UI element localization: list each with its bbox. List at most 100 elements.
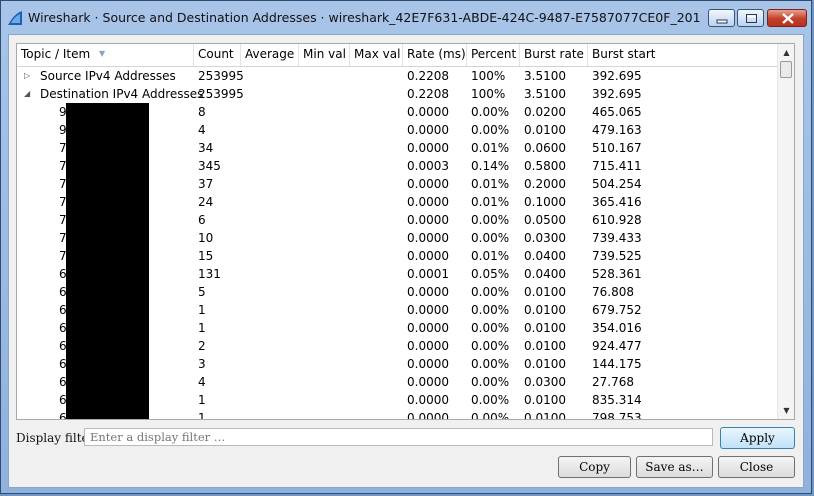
column-header-percent[interactable]: Percent: [467, 44, 520, 66]
cell-count: 24: [198, 195, 214, 209]
cell-burst-rate: 0.0300: [524, 231, 566, 245]
cell-burst-start: 679.752: [592, 303, 642, 317]
column-header-min-val[interactable]: Min val: [299, 44, 350, 66]
table-row[interactable]: 7 6 0.0000 0.00% 0.0500 610.928: [17, 211, 777, 229]
cell-percent: 0.00%: [471, 393, 510, 407]
cell-rate: 0.0003: [407, 159, 449, 173]
cell-percent: 0.01%: [471, 195, 510, 209]
redaction-block: [66, 193, 149, 211]
cell-rate: 0.0000: [407, 249, 449, 263]
close-icon: [782, 13, 794, 24]
cell-rate: 0.2208: [407, 87, 449, 101]
table-row[interactable]: 7 15 0.0000 0.01% 0.0400 739.525: [17, 247, 777, 265]
apply-button[interactable]: Apply: [720, 427, 795, 449]
cell-burst-rate: 0.0600: [524, 141, 566, 155]
cell-rate: 0.0000: [407, 285, 449, 299]
redaction-block: [66, 319, 149, 337]
cell-burst-start: 510.167: [592, 141, 642, 155]
table-row[interactable]: 7 34 0.0000 0.01% 0.0600 510.167: [17, 139, 777, 157]
cell-percent: 0.00%: [471, 231, 510, 245]
table-row[interactable]: 6 1 0.0000 0.00% 0.0100 679.752: [17, 301, 777, 319]
display-filter-input[interactable]: [84, 428, 713, 446]
tree-rows: ▷ Source IPv4 Addresses 253995 0.2208 100% 3.…: [17, 67, 777, 420]
title-bar[interactable]: Wireshark · Source and Destination Addre…: [1, 1, 813, 34]
redaction-block: [66, 283, 149, 301]
table-row[interactable]: 7 10 0.0000 0.00% 0.0300 739.433: [17, 229, 777, 247]
cell-rate: 0.2208: [407, 69, 449, 83]
cell-burst-start: 392.695: [592, 87, 642, 101]
column-header-rate[interactable]: Rate (ms): [403, 44, 467, 66]
table-row[interactable]: 9 4 0.0000 0.00% 0.0100 479.163: [17, 121, 777, 139]
scroll-thumb[interactable]: [780, 61, 792, 78]
maximize-button[interactable]: [737, 9, 764, 27]
column-header-average[interactable]: Average: [241, 44, 299, 66]
table-row[interactable]: 9 8 0.0000 0.00% 0.0200 465.065: [17, 103, 777, 121]
cell-percent: 0.05%: [471, 267, 510, 281]
cell-percent: 0.00%: [471, 357, 510, 371]
table-row[interactable]: 6 3 0.0000 0.00% 0.0100 144.175: [17, 355, 777, 373]
cell-rate: 0.0000: [407, 303, 449, 317]
redaction-block: [66, 247, 149, 265]
column-header-burst-rate[interactable]: Burst rate: [520, 44, 588, 66]
redaction-block: [66, 157, 149, 175]
table-row[interactable]: 6 2 0.0000 0.00% 0.0100 924.477: [17, 337, 777, 355]
stats-tree[interactable]: Topic / Item ▼ Count Average Min val Max …: [16, 43, 795, 420]
table-row[interactable]: 7 24 0.0000 0.01% 0.1000 365.416: [17, 193, 777, 211]
cell-rate: 0.0000: [407, 393, 449, 407]
cell-burst-rate: 0.0300: [524, 375, 566, 389]
cell-percent: 0.01%: [471, 177, 510, 191]
table-row[interactable]: ◢ Destination IPv4 Addresses 253995 0.2208 1…: [17, 85, 777, 103]
copy-button[interactable]: Copy: [558, 456, 631, 478]
minimize-button[interactable]: [708, 9, 735, 27]
cell-count: 1: [198, 303, 206, 317]
cell-rate: 0.0000: [407, 411, 449, 420]
cell-percent: 0.00%: [471, 321, 510, 335]
cell-burst-rate: 0.0100: [524, 285, 566, 299]
close-button[interactable]: Close: [718, 456, 795, 478]
redaction-block: [66, 391, 149, 409]
cell-rate: 0.0001: [407, 267, 449, 281]
cell-percent: 0.00%: [471, 285, 510, 299]
redaction-block: [66, 175, 149, 193]
table-row[interactable]: 6 131 0.0001 0.05% 0.0400 528.361: [17, 265, 777, 283]
table-row[interactable]: 6 1 0.0000 0.00% 0.0100 798.753: [17, 409, 777, 420]
column-header-topic[interactable]: Topic / Item ▼: [17, 44, 194, 66]
cell-rate: 0.0000: [407, 105, 449, 119]
table-row[interactable]: 6 1 0.0000 0.00% 0.0100 835.314: [17, 391, 777, 409]
redaction-block: [66, 229, 149, 247]
cell-burst-rate: 3.5100: [524, 69, 566, 83]
cell-percent: 0.00%: [471, 375, 510, 389]
cell-burst-rate: 0.0100: [524, 411, 566, 420]
table-row[interactable]: 6 1 0.0000 0.00% 0.0100 354.016: [17, 319, 777, 337]
table-row[interactable]: 7 345 0.0003 0.14% 0.5800 715.411: [17, 157, 777, 175]
scroll-up-icon[interactable]: ▲: [778, 44, 794, 61]
save-as-button[interactable]: Save as…: [636, 456, 713, 478]
close-window-button[interactable]: [767, 9, 807, 27]
cell-count: 3: [198, 357, 206, 371]
table-row[interactable]: ▷ Source IPv4 Addresses 253995 0.2208 100% 3.…: [17, 67, 777, 85]
cell-burst-start: 835.314: [592, 393, 642, 407]
cell-percent: 0.00%: [471, 123, 510, 137]
cell-count: 253995: [198, 69, 244, 83]
table-row[interactable]: 6 4 0.0000 0.00% 0.0300 27.768: [17, 373, 777, 391]
table-row[interactable]: 6 5 0.0000 0.00% 0.0100 76.808: [17, 283, 777, 301]
cell-count: 4: [198, 375, 206, 389]
vertical-scrollbar[interactable]: ▲ ▼: [777, 44, 794, 419]
cell-burst-start: 924.477: [592, 339, 642, 353]
table-row[interactable]: 7 37 0.0000 0.01% 0.2000 504.254: [17, 175, 777, 193]
cell-burst-start: 504.254: [592, 177, 642, 191]
scroll-down-icon[interactable]: ▼: [778, 402, 794, 419]
cell-burst-start: 715.411: [592, 159, 642, 173]
redaction-block: [66, 337, 149, 355]
cell-percent: 0.01%: [471, 141, 510, 155]
cell-topic: Source IPv4 Addresses: [40, 69, 176, 83]
column-header-count[interactable]: Count: [194, 44, 241, 66]
redaction-block: [66, 265, 149, 283]
column-header-burst-start[interactable]: Burst start: [588, 44, 777, 66]
cell-count: 2: [198, 339, 206, 353]
collapsed-arrow-icon[interactable]: ▷: [24, 67, 34, 85]
cell-burst-start: 365.416: [592, 195, 642, 209]
column-header-max-val[interactable]: Max val: [350, 44, 403, 66]
cell-burst-rate: 0.5800: [524, 159, 566, 173]
expanded-arrow-icon[interactable]: ◢: [24, 85, 34, 103]
